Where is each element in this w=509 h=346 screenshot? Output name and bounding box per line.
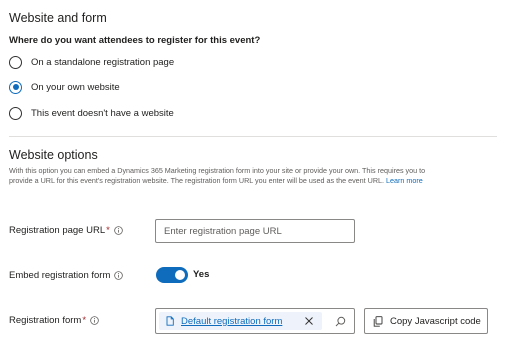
copy-javascript-code-button[interactable]: Copy Javascript code [364,308,488,334]
required-asterisk: * [82,315,87,326]
radio-button-unchecked[interactable] [9,55,22,69]
description-text: With this option you can embed a Dynamic… [9,166,426,186]
toggle-knob [175,270,185,280]
section-title-website-and-form: Website and form [9,11,107,25]
selected-form-link[interactable]: Default registration form [181,316,282,327]
radio-label: On your own website [31,81,120,93]
form-icon [165,316,175,326]
field-label-text: Registration form [9,315,82,326]
embed-registration-form-label: Embed registration form [9,270,124,281]
radio-option-no-website[interactable]: This event doesn't have a website [9,105,174,121]
website-options-description: With this option you can embed a Dynamic… [9,166,449,186]
close-icon[interactable] [304,316,314,326]
radio-label: On a standalone registration page [31,56,175,68]
registration-page-url-input[interactable] [155,219,355,243]
radio-option-own-website[interactable]: On your own website [9,79,120,95]
copy-icon [373,315,383,327]
info-icon[interactable] [90,316,99,325]
embed-form-toggle[interactable] [156,267,188,283]
copy-button-label: Copy Javascript code [390,315,481,327]
radio-option-standalone-page[interactable]: On a standalone registration page [9,54,174,70]
registration-form-lookup[interactable]: Default registration form [155,308,355,334]
registration-form-label: Registration form * [9,315,99,326]
radio-button-unchecked[interactable] [9,106,22,120]
field-label-text: Registration page URL [9,225,106,236]
section-title-website-options: Website options [9,148,98,162]
info-icon[interactable] [114,226,123,235]
section-divider [9,136,497,137]
radio-button-checked[interactable] [9,80,22,94]
field-label-text: Embed registration form [9,270,111,281]
info-icon[interactable] [114,271,124,280]
search-icon[interactable] [335,316,346,327]
registration-page-url-label: Registration page URL * [9,225,123,236]
learn-more-link[interactable]: Learn more [386,176,423,185]
toggle-state-text: Yes [193,269,210,280]
registration-location-question: Where do you want attendees to register … [9,35,261,46]
required-asterisk: * [106,225,110,236]
selected-form-chip[interactable]: Default registration form [159,312,322,330]
radio-label: This event doesn't have a website [31,107,174,119]
